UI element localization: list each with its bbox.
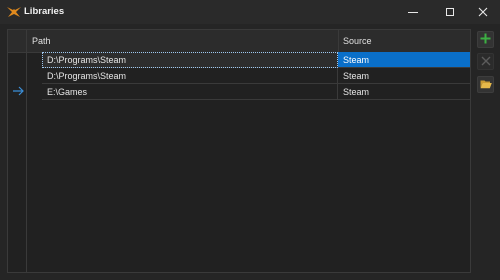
maximize-button[interactable] (433, 0, 467, 24)
plus-icon (480, 33, 491, 46)
close-button[interactable] (466, 0, 500, 24)
path-cell[interactable]: E:\Games (42, 84, 338, 100)
column-header-source[interactable]: Source (343, 30, 470, 52)
row-indicator-header (8, 30, 26, 52)
minimize-icon (408, 7, 418, 17)
grid-header: Path Source (8, 30, 470, 53)
libraries-grid[interactable]: Path Source D:\Programs\Steam Steam D:\P… (7, 29, 471, 273)
table-row[interactable]: E:\Games Steam (42, 84, 470, 100)
table-row[interactable]: D:\Programs\Steam Steam (42, 52, 470, 68)
libraries-window: Libraries Path Source D:\Programs\Steam … (0, 0, 500, 280)
folder-open-icon (480, 79, 492, 91)
header-divider (338, 30, 339, 52)
current-row-arrow-icon (12, 86, 26, 96)
remove-library-button[interactable] (477, 53, 494, 70)
source-cell[interactable]: Steam (338, 84, 470, 100)
source-cell[interactable]: Steam (338, 52, 470, 68)
close-icon (478, 7, 488, 17)
path-cell[interactable]: D:\Programs\Steam (42, 52, 338, 68)
minimize-button[interactable] (396, 0, 430, 24)
path-cell[interactable]: D:\Programs\Steam (42, 68, 338, 84)
add-library-button[interactable] (477, 31, 494, 48)
x-icon (481, 56, 491, 68)
app-logo-icon (7, 6, 21, 18)
indicator-column-divider (26, 30, 27, 272)
table-row[interactable]: D:\Programs\Steam Steam (42, 68, 470, 84)
column-header-path[interactable]: Path (32, 30, 337, 52)
window-title: Libraries (24, 6, 65, 17)
title-bar[interactable]: Libraries (0, 0, 500, 24)
source-cell[interactable]: Steam (338, 68, 470, 84)
maximize-icon (445, 7, 455, 17)
browse-folder-button[interactable] (477, 76, 494, 93)
